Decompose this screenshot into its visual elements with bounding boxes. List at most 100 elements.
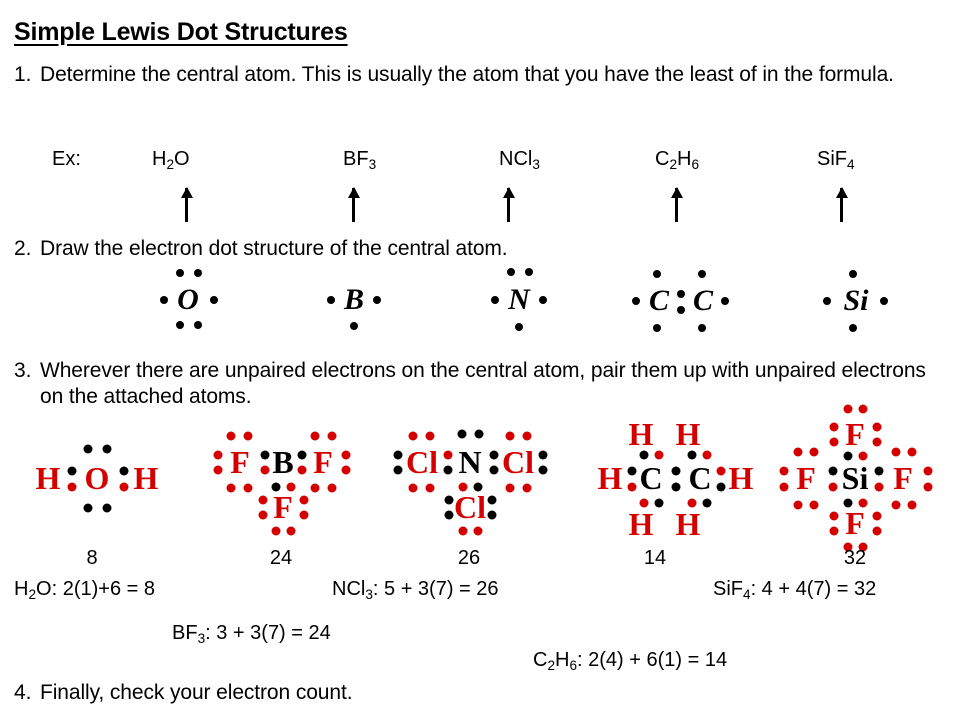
atom-symbol-F-top: F (845, 416, 865, 452)
electron-dot (226, 431, 236, 441)
electron-dot (809, 447, 819, 457)
electron-dot (639, 450, 649, 460)
electron-dot (507, 268, 515, 276)
electron-dot (119, 466, 129, 476)
electron-dot (716, 466, 726, 476)
atom-symbol-Cl-right: Cl (502, 444, 534, 480)
atom-symbol-B: B (343, 283, 365, 316)
electron-dot (872, 437, 882, 447)
electron-dot (393, 450, 403, 460)
step-2-number: 2. (14, 237, 32, 260)
electron-dot (310, 431, 320, 441)
electron-dot (843, 451, 853, 461)
electron-dot (779, 482, 789, 492)
arrow-h2o (185, 188, 188, 222)
electron-dot (702, 450, 712, 460)
arrow-sif4 (840, 188, 843, 222)
electron-dot (828, 482, 838, 492)
electron-dot (653, 324, 661, 332)
atom-symbol-F-left: F (230, 444, 250, 480)
atom-symbol-Si: Si (843, 284, 869, 317)
electron-dot (874, 466, 884, 476)
electron-dot (671, 466, 681, 476)
electron-dot (716, 482, 726, 492)
electron-dot (243, 431, 253, 441)
electron-dot (176, 321, 184, 329)
electron-dot (639, 498, 649, 508)
electron-dot (907, 447, 917, 457)
electron-dot (829, 511, 839, 521)
atom-symbol-H-top-left: H (628, 416, 654, 452)
electron-dot (425, 431, 435, 441)
electron-dot (176, 269, 184, 277)
electron-dot (687, 498, 697, 508)
electron-dot (891, 447, 901, 457)
electron-dot (341, 465, 351, 475)
atom-symbol-F-left: F (796, 460, 816, 496)
electron-dot (473, 526, 483, 536)
atom-symbol-N-center: N (458, 444, 482, 480)
electron-dot (297, 450, 307, 460)
electron-dot (310, 483, 320, 493)
electron-dot (487, 495, 497, 505)
slide-canvas: Simple Lewis Dot Structures 1. Determine… (0, 0, 960, 720)
electron-dot (849, 324, 857, 332)
electron-dot (793, 500, 803, 510)
electron-dot (907, 500, 917, 510)
atom-symbol-N: N (508, 283, 530, 316)
electron-dot (299, 495, 309, 505)
electron-dot (408, 431, 418, 441)
step-2: 2. Draw the electron dot structure of th… (14, 236, 924, 262)
electron-dot (823, 297, 831, 305)
electron-dot (923, 466, 933, 476)
electron-dot (779, 466, 789, 476)
electron-dot (872, 526, 882, 536)
electron-dot (843, 498, 853, 508)
atom-symbol-O: O (177, 283, 199, 316)
electron-dot (210, 296, 218, 304)
formula-h2o: H2O (152, 148, 190, 172)
electron-dot (457, 429, 467, 439)
electron-dot (327, 296, 335, 304)
electron-dot (829, 526, 839, 536)
electron-dot (858, 498, 868, 508)
electron-dot (793, 447, 803, 457)
electron-dot (408, 483, 418, 493)
electron-dot (393, 465, 403, 475)
electron-dot (327, 483, 337, 493)
electron-dot (194, 321, 202, 329)
formula-sif4: SiF4 (817, 148, 855, 172)
step-1: 1. Determine the central atom. This is u… (14, 62, 924, 88)
electron-dot (677, 290, 685, 298)
formula-c2h6: C2H6 (655, 148, 700, 172)
electron-dot (809, 500, 819, 510)
arrow-c2h6 (675, 188, 678, 222)
electron-dot (119, 482, 129, 492)
electron-dot (258, 495, 268, 505)
electron-dot (627, 482, 637, 492)
electron-dot (632, 297, 640, 305)
atom-symbol-H-top-right: H (675, 416, 701, 452)
atom-symbol-Cl-left: Cl (406, 444, 438, 480)
electron-dot (327, 431, 337, 441)
arrow-bf3 (352, 188, 355, 222)
electron-dot (487, 510, 497, 520)
atom-symbol-H-left: H (597, 460, 623, 496)
page-title: Simple Lewis Dot Structures (14, 18, 348, 46)
electron-dot (654, 450, 664, 460)
atom-symbol-H-right: H (728, 460, 754, 496)
electron-dot (226, 483, 236, 493)
atom-symbol-C-right: C (688, 460, 712, 496)
step-4: 4. Finally, check your electron count. (14, 680, 924, 706)
electron-dot (260, 465, 270, 475)
electron-dot (828, 466, 838, 476)
electron-dot (702, 498, 712, 508)
electron-dot (525, 268, 533, 276)
electron-dot (443, 465, 453, 475)
electron-dot (654, 498, 664, 508)
electron-dot (83, 444, 93, 454)
electron-dot (539, 296, 547, 304)
atom-symbol-Cl-bottom: Cl (454, 489, 486, 525)
electron-dot (489, 465, 499, 475)
atom-symbol-F-right: F (893, 460, 913, 496)
